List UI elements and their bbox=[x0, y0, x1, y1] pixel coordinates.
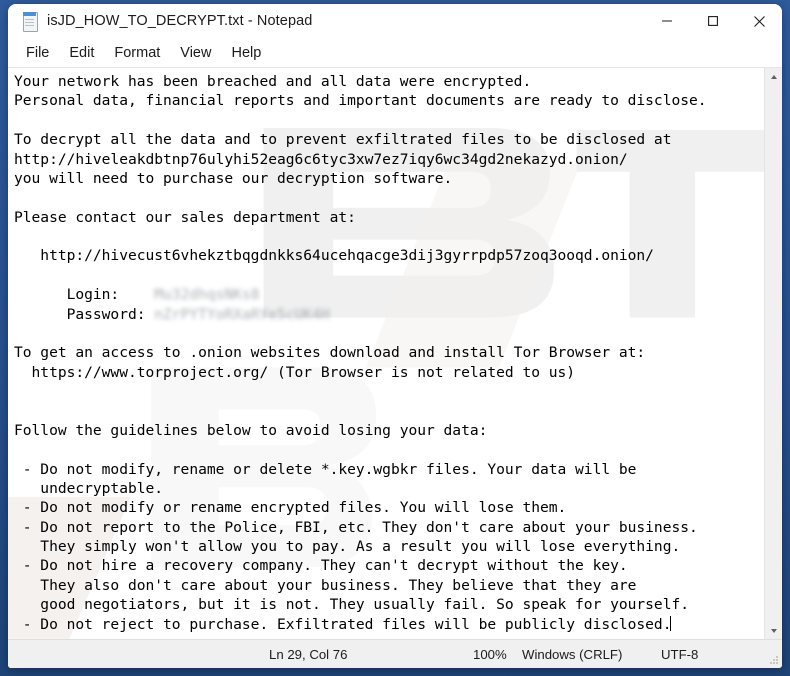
chevron-down-icon bbox=[770, 628, 777, 633]
document-line: you will need to purchase our decryption… bbox=[14, 169, 453, 187]
document-line: They also don't care about your business… bbox=[14, 576, 637, 594]
vertical-scrollbar[interactable] bbox=[764, 68, 782, 639]
window-title: isJD_HOW_TO_DECRYPT.txt - Notepad bbox=[47, 13, 313, 29]
document-line: To get an access to .onion websites down… bbox=[14, 344, 646, 362]
title-bar[interactable]: isJD_HOW_TO_DECRYPT.txt - Notepad bbox=[8, 4, 782, 38]
menu-bar: File Edit Format View Help bbox=[8, 38, 782, 67]
document-line: To decrypt all the data and to prevent e… bbox=[14, 131, 672, 149]
menu-item-format[interactable]: Format bbox=[104, 42, 170, 64]
document-line: Login: Mu32dhqsNKs8 bbox=[14, 286, 260, 304]
desktop-background: isJD_HOW_TO_DECRYPT.txt - Notepad File E… bbox=[0, 0, 790, 676]
notepad-window: isJD_HOW_TO_DECRYPT.txt - Notepad File E… bbox=[8, 4, 782, 668]
scrollbar-thumb[interactable] bbox=[766, 85, 781, 622]
document-line: http://hiveleakdbtnp76ulyhi52eag6c6tyc3x… bbox=[14, 150, 628, 168]
document-line: http://hivecust6vhekztbqgdnkks64ucehqacg… bbox=[14, 247, 654, 265]
menu-item-edit[interactable]: Edit bbox=[59, 42, 104, 64]
status-line-ending[interactable]: Windows (CRLF) bbox=[522, 647, 622, 662]
document-line: - Do not reject to purchase. Exfiltrated… bbox=[14, 615, 672, 633]
redacted-credential: Mu32dhqsNKs8 bbox=[154, 286, 260, 304]
document-line: undecryptable. bbox=[14, 479, 164, 497]
menu-item-help[interactable]: Help bbox=[221, 42, 271, 64]
close-button[interactable] bbox=[736, 4, 782, 38]
document-line: They simply won't allow you to pay. As a… bbox=[14, 538, 681, 555]
scroll-down-arrow[interactable] bbox=[765, 622, 782, 639]
document-line: - Do not modify or rename encrypted file… bbox=[14, 499, 567, 517]
status-zoom-level[interactable]: 100% bbox=[473, 647, 507, 662]
editor-area: Your network has been breached and all d… bbox=[8, 67, 782, 639]
maximize-button[interactable] bbox=[690, 4, 736, 38]
document-line: Please contact our sales department at: bbox=[14, 208, 356, 226]
chevron-up-icon bbox=[770, 74, 777, 79]
document-line: good negotiators, but it is not. They us… bbox=[14, 596, 689, 614]
document-line: Follow the guidelines below to avoid los… bbox=[14, 421, 488, 439]
document-line: Your network has been breached and all d… bbox=[14, 73, 532, 90]
status-line-column: Ln 29, Col 76 bbox=[269, 646, 348, 662]
document-line: - Do not report to the Police, FBI, etc.… bbox=[14, 518, 698, 536]
resize-grip[interactable] bbox=[769, 655, 779, 665]
document-line: - Do not hire a recovery company. They c… bbox=[14, 557, 628, 575]
scroll-up-arrow[interactable] bbox=[765, 68, 782, 85]
window-controls bbox=[644, 4, 782, 38]
status-bar: Ln 29, Col 76 100% Windows (CRLF) UTF-8 bbox=[8, 639, 782, 668]
notepad-document-icon bbox=[22, 12, 38, 32]
document-line: Personal data, financial reports and imp… bbox=[14, 92, 707, 110]
document-line: - Do not modify, rename or delete *.key.… bbox=[14, 460, 637, 478]
menu-item-view[interactable]: View bbox=[170, 42, 221, 64]
document-line: Password: nZrPYTYoRXaRYe5cUK4H bbox=[14, 305, 330, 323]
minimize-icon bbox=[662, 20, 672, 22]
status-encoding[interactable]: UTF-8 bbox=[661, 647, 698, 662]
maximize-icon bbox=[708, 16, 718, 26]
minimize-button[interactable] bbox=[644, 4, 690, 38]
text-caret bbox=[670, 615, 672, 631]
redacted-credential: nZrPYTYoRXaRYe5cUK4H bbox=[154, 305, 330, 323]
menu-item-file[interactable]: File bbox=[16, 42, 59, 64]
document-line: https://www.torproject.org/ (Tor Browser… bbox=[14, 363, 576, 381]
close-icon bbox=[753, 15, 765, 27]
document-text[interactable]: Your network has been breached and all d… bbox=[8, 68, 764, 639]
